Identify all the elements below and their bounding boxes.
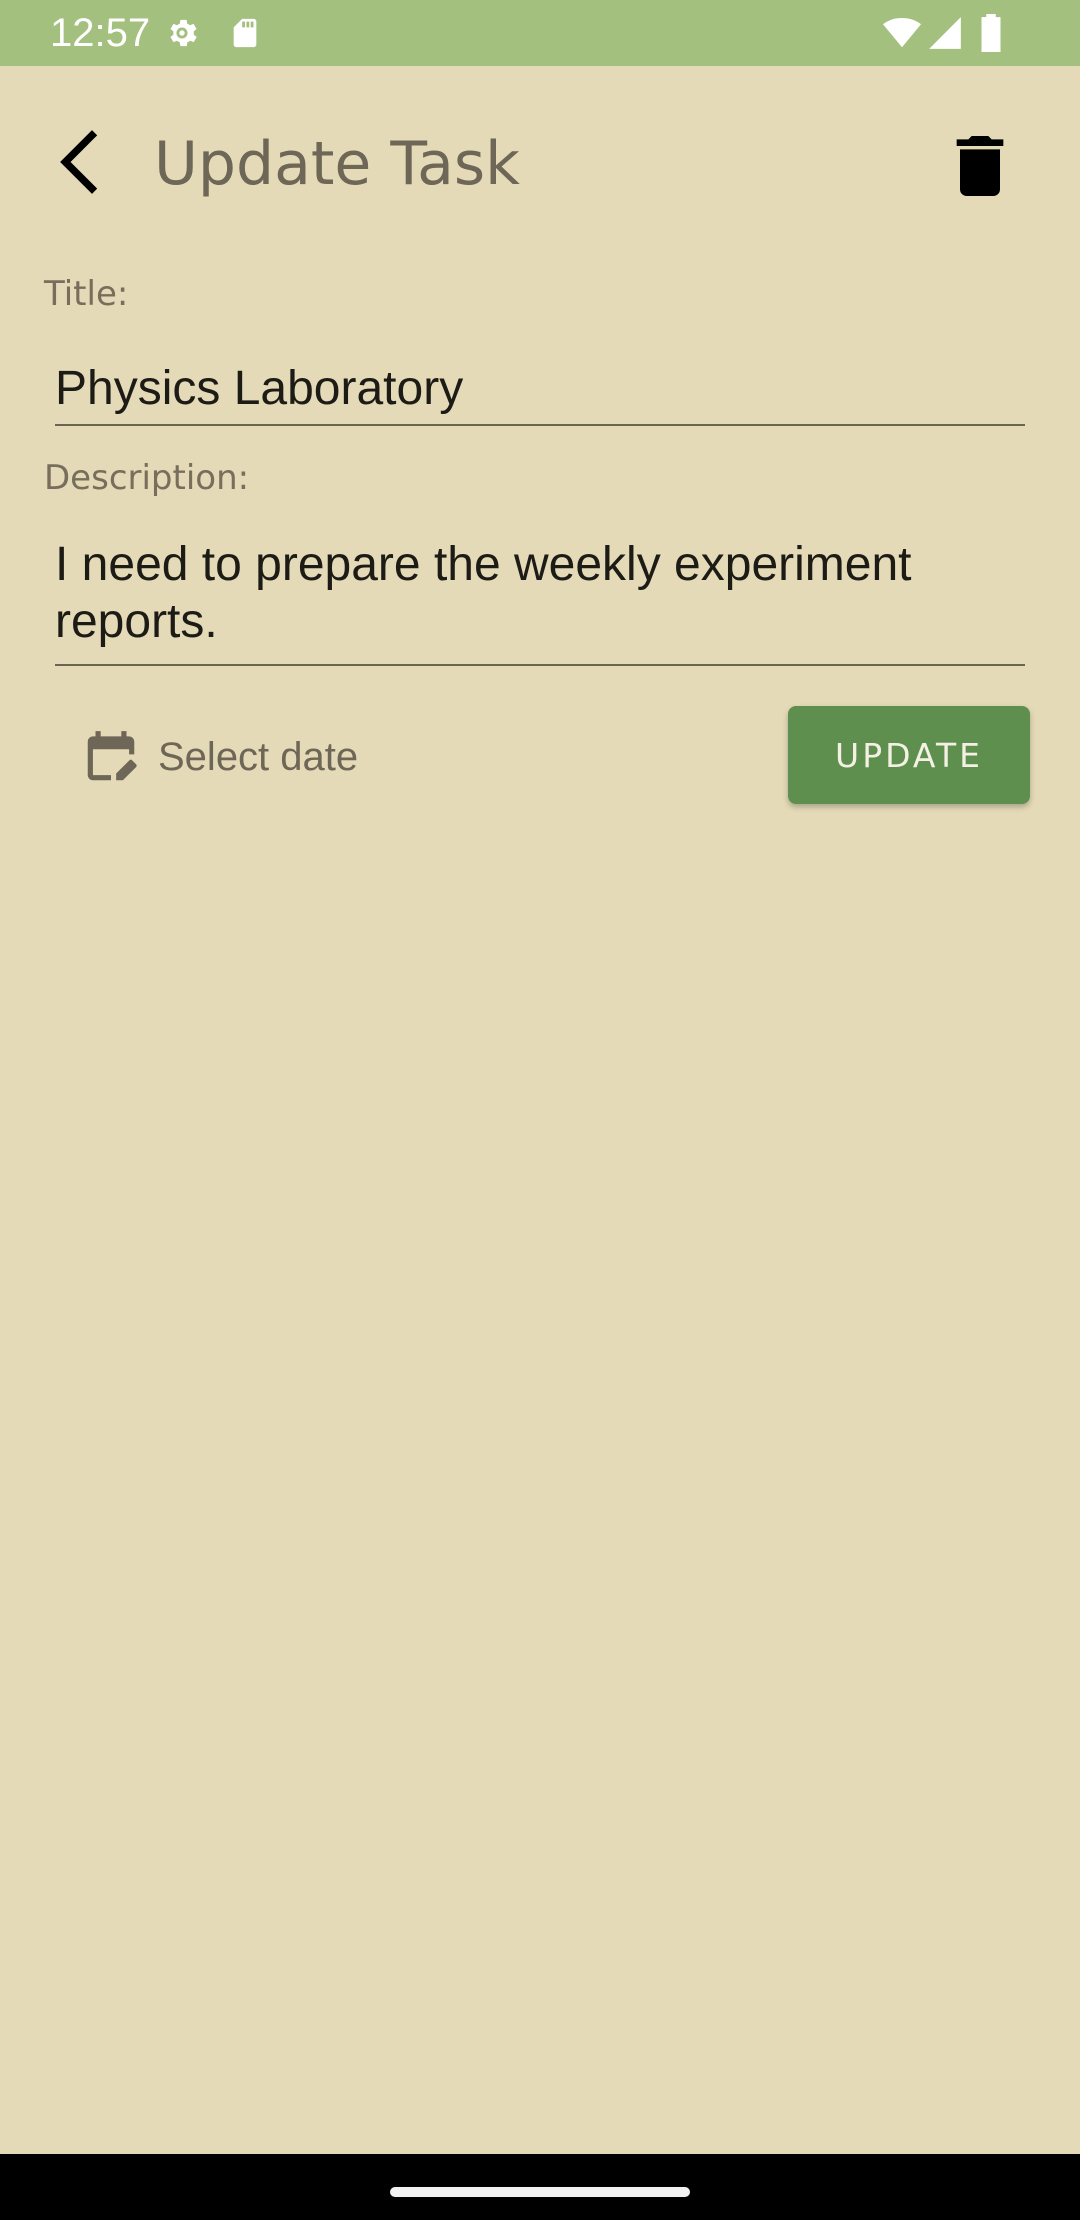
description-input[interactable]: I need to prepare the weekly experiment … [55, 536, 1025, 666]
sd-card-icon [233, 18, 257, 48]
trash-icon[interactable] [940, 126, 1020, 206]
update-button[interactable]: UPDATE [788, 706, 1030, 804]
calendar-edit-icon [87, 731, 137, 781]
title-label: Title: [44, 274, 129, 314]
navigation-bar [0, 2154, 1080, 2220]
select-date-button[interactable]: Select date [80, 722, 358, 792]
back-arrow-icon[interactable] [42, 122, 122, 202]
gear-icon [170, 19, 197, 47]
home-gesture-handle[interactable] [390, 2187, 690, 2197]
battery-icon [981, 14, 1001, 52]
status-bar: 12:57 [0, 0, 1080, 66]
cell-signal-icon [929, 17, 961, 49]
app-bar: Update Task [0, 66, 1080, 266]
page-title: Update Task [154, 129, 520, 199]
title-input[interactable] [55, 352, 1025, 426]
select-date-label: Select date [158, 734, 359, 779]
description-label: Description: [44, 458, 250, 498]
wifi-icon [883, 17, 921, 48]
status-time: 12:57 [50, 11, 151, 55]
